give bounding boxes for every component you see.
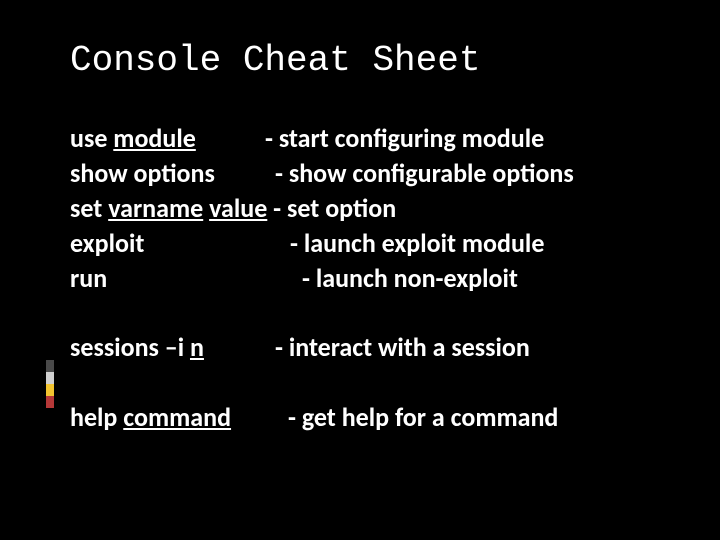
cmd-row: show options- show configurable options — [70, 156, 670, 191]
cmd-row: help command- get help for a command — [70, 400, 670, 435]
cmd-row: exploit- launch exploit module — [70, 226, 670, 261]
slide-title: Console Cheat Sheet — [70, 40, 670, 81]
slide: Console Cheat Sheet use module- start co… — [0, 0, 720, 540]
cmd-row: sessions –i n- interact with a session — [70, 330, 670, 365]
cmd-row: run- launch non-exploit — [70, 261, 670, 296]
cmd-row: use module- start configuring module — [70, 121, 670, 156]
cmd-row: set varname value - set option — [70, 191, 670, 226]
accent-seg-4 — [46, 396, 54, 408]
accent-seg-3 — [46, 384, 54, 396]
accent-bar — [46, 360, 54, 408]
accent-seg-2 — [46, 372, 54, 384]
spacer — [70, 296, 670, 330]
spacer — [70, 366, 670, 400]
command-list: use module- start configuring module sho… — [70, 121, 670, 435]
accent-seg-1 — [46, 360, 54, 372]
